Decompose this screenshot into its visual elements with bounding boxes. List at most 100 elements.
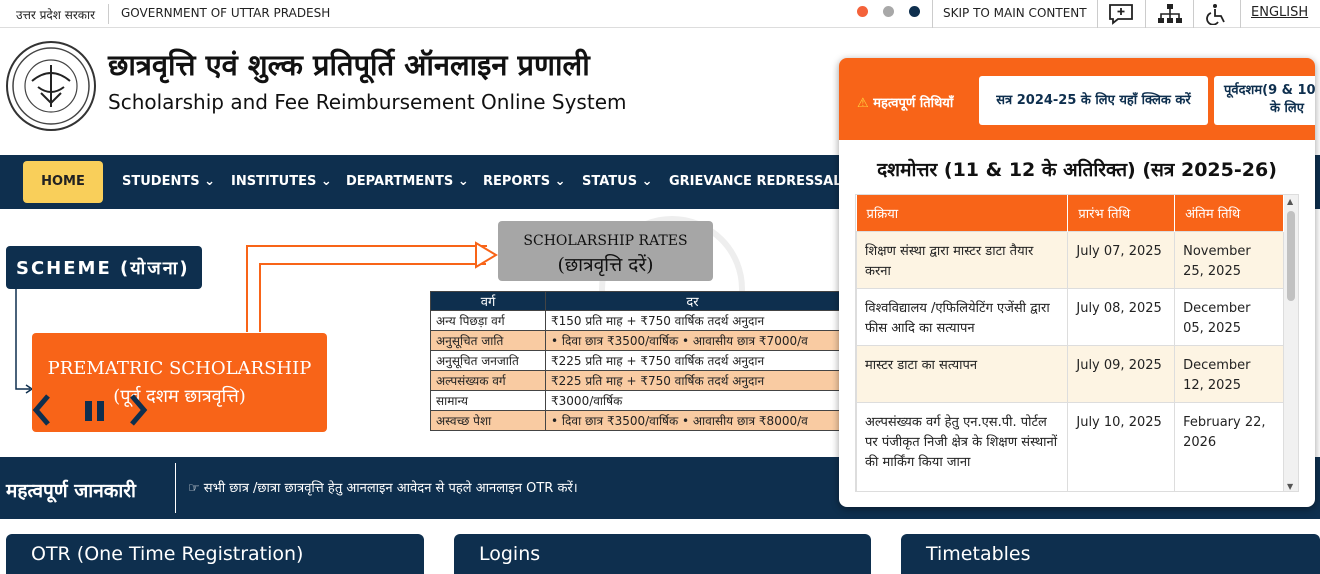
rates-header-category: वर्ग — [429, 291, 547, 311]
slider-pause-button[interactable] — [84, 400, 106, 426]
rate-category: अनुसूचित जनजाति — [429, 350, 547, 371]
table-row: अल्पसंख्यक वर्ग ₹225 प्रति माह + ₹750 वार… — [429, 370, 840, 391]
process-cell: मास्टर डाटा का सत्यापन — [856, 344, 1069, 403]
rate-value: • दिवा छात्र ₹3500/वार्षिक • आवासीय छात्… — [545, 330, 840, 351]
process-cell: विश्वविद्यालय /एफिलियेटिंग एजेंसी द्वारा… — [856, 287, 1069, 346]
theme-navy-button[interactable] — [909, 6, 920, 17]
button-line: के लिए — [1270, 101, 1304, 116]
logins-card-header[interactable]: Logins — [454, 534, 871, 574]
table-row: अनुसूचित जाति • दिवा छात्र ₹3500/वार्षिक … — [429, 330, 840, 351]
site-title-hindi: छात्रवृत्ति एवं शुल्क प्रतिपूर्ति ऑनलाइन… — [108, 48, 590, 82]
nav-home[interactable]: HOME — [23, 161, 103, 203]
pointing-hand-icon: ☞ — [188, 481, 200, 496]
table-row: विश्वविद्यालय /एफिलियेटिंग एजेंसी द्वारा… — [856, 287, 1284, 346]
session-2024-25-button[interactable]: सत्र 2024-25 के लिए यहाँ क्लिक करें — [979, 76, 1208, 125]
rate-value: ₹3000/वार्षिक — [545, 390, 840, 411]
accessibility-icon[interactable] — [1204, 3, 1230, 26]
process-cell: शिक्षण संस्था द्वारा मास्टर डाटा तैयार क… — [856, 230, 1069, 289]
scholarship-rates-label: SCHOLARSHIP RATES (छात्रवृत्ति दरें) — [498, 221, 713, 281]
nav-institutes[interactable]: INSTITUTES ⌄ — [231, 174, 332, 189]
scroll-down-icon[interactable]: ▼ — [1287, 482, 1293, 491]
nav-label: REPORTS — [483, 174, 551, 189]
prematric-scholarship-box: PREMATRIC SCHOLARSHIP (पूर्व दशम छात्रवृ… — [32, 333, 327, 432]
nav-label: DEPARTMENTS — [346, 174, 454, 189]
col-header-process: प्रक्रिया — [856, 195, 1069, 231]
process-cell: अल्पसंख्यक वर्ग हेतु एन.एस.पी. पोर्टल पर… — [856, 401, 1069, 491]
chevron-down-icon: ⌄ — [554, 174, 566, 189]
timetables-card-header[interactable]: Timetables — [901, 534, 1320, 574]
warning-icon: ⚠ — [857, 96, 869, 111]
divider — [108, 4, 109, 24]
nav-students[interactable]: STUDENTS ⌄ — [122, 174, 215, 189]
up-emblem-logo — [6, 41, 96, 131]
nav-grievance[interactable]: GRIEVANCE REDRESSAL S — [669, 174, 855, 189]
prematric-title-hi: (पूर्व दशम छात्रवृत्ति) — [113, 386, 246, 407]
button-line: पूर्वदशम(9 & 10 — [1224, 83, 1315, 98]
divider — [1193, 0, 1194, 28]
chevron-down-icon: ⌄ — [457, 174, 469, 189]
scheme-label: SCHEME (योजना) — [6, 246, 202, 289]
theme-orange-button[interactable] — [857, 6, 868, 17]
table-row: सामान्य ₹3000/वार्षिक — [429, 390, 840, 411]
state-label-hindi: उत्तर प्रदेश सरकार — [16, 8, 96, 22]
divider — [1145, 0, 1146, 28]
popup-title: दशमोत्तर (11 & 12 के अतिरिक्त) (सत्र 202… — [877, 159, 1277, 181]
rate-category: अल्पसंख्यक वर्ग — [429, 370, 547, 391]
otr-card-header[interactable]: OTR (One Time Registration) — [6, 534, 424, 574]
rates-header-rate: दर — [545, 291, 840, 311]
rate-category: अनुसूचित जाति — [429, 330, 547, 351]
rates-title-en: SCHOLARSHIP RATES — [523, 233, 688, 249]
divider — [1097, 0, 1098, 28]
rate-value: ₹225 प्रति माह + ₹750 वार्षिक तदर्थ अनुद… — [545, 370, 840, 391]
end-date-cell: December 05, 2025 — [1174, 287, 1284, 346]
government-label: GOVERNMENT OF UTTAR PRADESH — [121, 6, 331, 20]
nav-status[interactable]: STATUS ⌄ — [582, 174, 653, 189]
rates-title-hi: (छात्रवृत्ति दरें) — [557, 254, 654, 276]
scrollbar-thumb[interactable] — [1287, 211, 1295, 301]
chevron-down-icon: ⌄ — [204, 174, 216, 189]
scrollbar[interactable]: ▲ ▼ — [1284, 195, 1298, 491]
prematric-session-button[interactable]: पूर्वदशम(9 & 10 के लिए — [1214, 76, 1315, 125]
nav-label: STATUS — [582, 174, 638, 189]
scroll-up-icon[interactable]: ▲ — [1287, 197, 1293, 206]
prematric-title-en: PREMATRIC SCHOLARSHIP — [47, 358, 312, 379]
divider — [1240, 0, 1241, 28]
slider-prev-button[interactable] — [30, 392, 54, 432]
start-date-cell: July 07, 2025 — [1067, 230, 1176, 289]
start-date-cell: July 09, 2025 — [1067, 344, 1176, 403]
popup-header: ⚠ महत्वपूर्ण तिथियाँ सत्र 2024-25 के लिए… — [839, 58, 1315, 140]
table-row: अल्पसंख्यक वर्ग हेतु एन.एस.पी. पोर्टल पर… — [856, 401, 1284, 491]
end-date-cell: November 25, 2025 — [1174, 230, 1284, 289]
nav-reports[interactable]: REPORTS ⌄ — [483, 174, 566, 189]
important-dates-text: महत्वपूर्ण तिथियाँ — [873, 96, 954, 111]
skip-to-main-link[interactable]: SKIP TO MAIN CONTENT — [943, 6, 1087, 20]
important-info-label: महत्वपूर्ण जानकारी — [6, 480, 136, 502]
rate-category: अस्वच्छ पेशा — [429, 410, 547, 431]
scheme-slider: SCHEME (योजना) SCHOLARSHIP RATES (छात्रव… — [0, 209, 840, 457]
important-dates-label: ⚠ महत्वपूर्ण तिथियाँ — [857, 93, 953, 111]
rate-value: • दिवा छात्र ₹3500/वार्षिक • आवासीय छात्… — [545, 410, 840, 431]
chat-icon[interactable] — [1108, 3, 1134, 25]
nav-label: STUDENTS — [122, 174, 200, 189]
info-ticker-message[interactable]: ☞ सभी छात्र /छात्रा छात्रवृत्ति हेतु आनल… — [188, 478, 578, 496]
rates-table: वर्ग दर अन्य पिछड़ा वर्ग ₹150 प्रति माह +… — [429, 291, 840, 431]
slider-next-button[interactable] — [126, 392, 150, 432]
nav-departments[interactable]: DEPARTMENTS ⌄ — [346, 174, 469, 189]
chevron-down-icon: ⌄ — [320, 174, 332, 189]
language-toggle-link[interactable]: ENGLISH — [1251, 5, 1308, 20]
theme-grey-button[interactable] — [883, 6, 894, 17]
start-date-cell: July 10, 2025 — [1067, 401, 1176, 491]
chevron-down-icon: ⌄ — [641, 174, 653, 189]
ticker-text: सभी छात्र /छात्रा छात्रवृत्ति हेतु आनलाइ… — [203, 481, 578, 496]
rate-value: ₹150 प्रति माह + ₹750 वार्षिक तदर्थ अनुद… — [545, 310, 840, 331]
important-dates-table: प्रक्रिया प्रारंभ तिथि अंतिम तिथि शिक्षण… — [856, 195, 1284, 491]
top-bar: उत्तर प्रदेश सरकार GOVERNMENT OF UTTAR P… — [0, 0, 1320, 28]
important-dates-popup: ⚠ महत्वपूर्ण तिथियाँ सत्र 2024-25 के लिए… — [839, 58, 1315, 507]
nav-label: INSTITUTES — [231, 174, 317, 189]
end-date-cell: February 22, 2026 — [1174, 401, 1284, 491]
start-date-cell: July 08, 2025 — [1067, 287, 1176, 346]
col-header-start-date: प्रारंभ तिथि — [1067, 195, 1176, 231]
sitemap-icon[interactable] — [1157, 3, 1183, 25]
dates-table-scroll[interactable]: प्रक्रिया प्रारंभ तिथि अंतिम तिथि शिक्षण… — [855, 194, 1299, 492]
table-row: अस्वच्छ पेशा • दिवा छात्र ₹3500/वार्षिक •… — [429, 410, 840, 431]
